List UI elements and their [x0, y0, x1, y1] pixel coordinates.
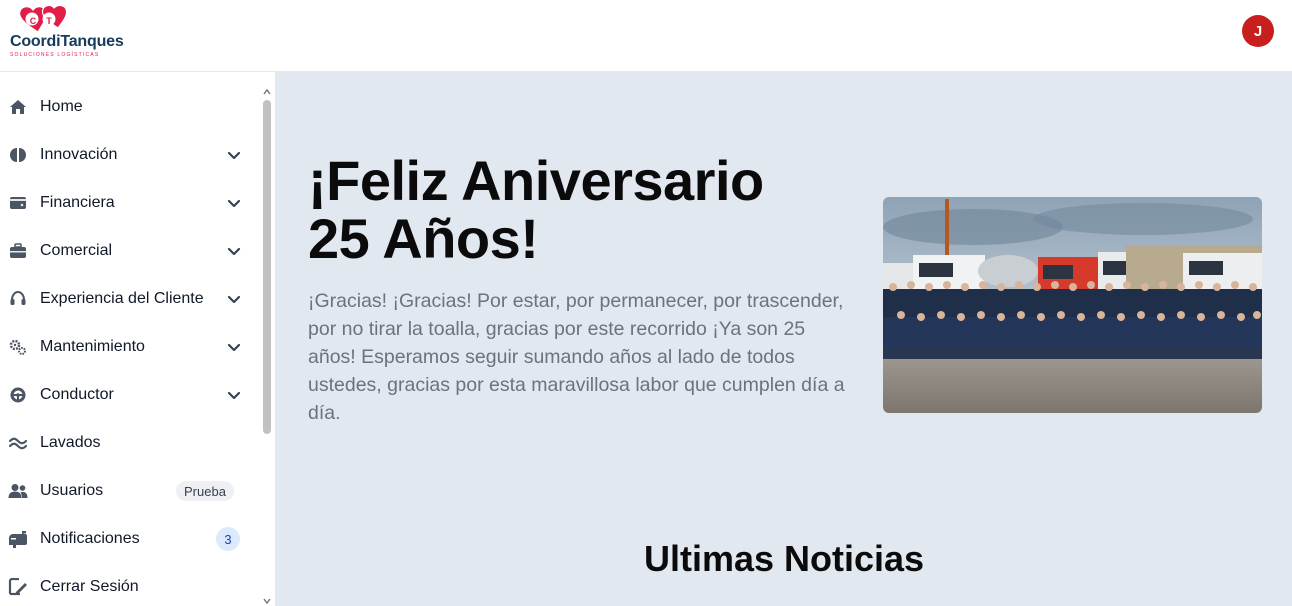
- latest-news-title: Ultimas Noticias: [643, 538, 925, 579]
- users-icon: [8, 481, 28, 501]
- hero-title-line-1: ¡Feliz Aniversario: [308, 149, 764, 212]
- chevron-down-icon[interactable]: [226, 243, 242, 259]
- chevron-down-icon[interactable]: [226, 339, 242, 355]
- chevron-down-icon[interactable]: [226, 387, 242, 403]
- sidebar-item-label: Cerrar Sesión: [40, 578, 139, 595]
- sidebar-item-label: Experiencia del Cliente: [40, 290, 204, 307]
- sign-out-icon: [8, 577, 28, 597]
- sidebar-item-notificaciones[interactable]: Notificaciones 3: [0, 515, 258, 563]
- hero-title: ¡Feliz Aniversario 25 Años!: [308, 152, 848, 268]
- sidebar-item-label: Home: [40, 98, 83, 115]
- sidebar-item-mantenimiento[interactable]: Mantenimiento: [0, 323, 258, 371]
- gears-icon: [8, 337, 28, 357]
- team-with-tanker-trucks-photo: [883, 197, 1262, 413]
- sidebar-item-innovacion[interactable]: Innovación: [0, 131, 258, 179]
- sidebar-item-experiencia-cliente[interactable]: Experiencia del Cliente: [0, 275, 258, 323]
- sidebar-item-financiera[interactable]: Financiera: [0, 179, 258, 227]
- user-avatar[interactable]: J: [1242, 15, 1274, 47]
- notification-count-badge: 3: [216, 527, 240, 551]
- hero-title-line-2: 25 Años!: [308, 207, 539, 270]
- main-content: ¡Feliz Aniversario 25 Años! ¡Gracias! ¡G…: [276, 72, 1292, 606]
- logo-tagline: Soluciones Logísticas: [10, 52, 100, 58]
- scroll-up-arrow-icon[interactable]: [263, 89, 271, 95]
- sidebar-item-conductor[interactable]: Conductor: [0, 371, 258, 419]
- sidebar-item-label: Innovación: [40, 146, 118, 163]
- headset-icon: [8, 289, 28, 309]
- briefcase-icon: [8, 241, 28, 261]
- brain-icon: [8, 145, 28, 165]
- wallet-icon: [8, 193, 28, 213]
- scroll-down-arrow-icon[interactable]: [263, 598, 271, 604]
- sidebar-item-label: Conductor: [40, 386, 114, 403]
- logo-wordmark: CoordiTanques: [10, 33, 124, 50]
- sidebar-item-label: Mantenimiento: [40, 338, 145, 355]
- coorditanques-logo[interactable]: C T CoordiTanques Soluciones Logísticas: [8, 4, 134, 60]
- sidebar-item-cerrar-sesion[interactable]: Cerrar Sesión: [0, 563, 258, 606]
- logo-initial-c: C: [29, 16, 37, 26]
- chevron-down-icon[interactable]: [226, 291, 242, 307]
- test-badge: Prueba: [176, 481, 234, 501]
- sidebar-item-comercial[interactable]: Comercial: [0, 227, 258, 275]
- team-photo: [883, 197, 1262, 413]
- sidebar-item-label: Financiera: [40, 194, 115, 211]
- mailbox-icon: [8, 529, 28, 549]
- sidebar-scroll-thumb[interactable]: [263, 100, 271, 434]
- logo-initial-t: T: [46, 16, 52, 26]
- hero-description: ¡Gracias! ¡Gracias! Por estar, por perma…: [308, 290, 845, 424]
- sidebar-item-home[interactable]: Home: [0, 83, 258, 131]
- home-icon: [8, 97, 28, 117]
- chevron-down-icon[interactable]: [226, 147, 242, 163]
- chevron-down-icon[interactable]: [226, 195, 242, 211]
- sidebar-item-label: Lavados: [40, 434, 101, 451]
- steering-wheel-icon: [8, 385, 28, 405]
- sidebar-nav: Home Innovación Financiera Comercial Exp…: [0, 72, 276, 606]
- top-bar: C T CoordiTanques Soluciones Logísticas …: [0, 0, 1292, 72]
- sidebar-item-lavados[interactable]: Lavados: [0, 419, 258, 467]
- sidebar-item-label: Comercial: [40, 242, 113, 259]
- sidebar-item-label: Notificaciones: [40, 530, 140, 547]
- sidebar-item-label: Usuarios: [40, 482, 104, 499]
- water-icon: [8, 433, 28, 453]
- sidebar-item-usuarios[interactable]: Usuarios Prueba: [0, 467, 258, 515]
